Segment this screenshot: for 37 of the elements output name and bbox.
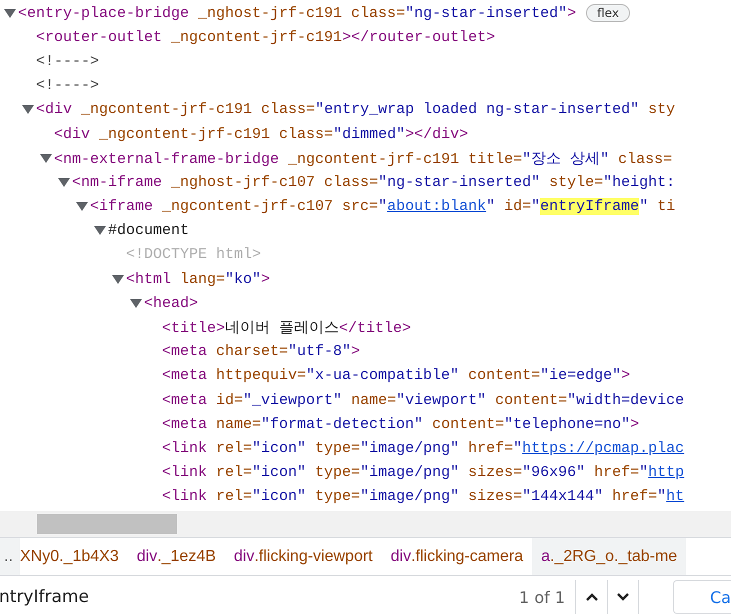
code-line[interactable]: #document xyxy=(108,222,190,240)
code-line[interactable]: <title>네이버 플레이스</title> xyxy=(162,318,412,338)
code-line[interactable]: <html lang="ko"> xyxy=(126,270,270,288)
url-link[interactable]: https://pcmap.plac xyxy=(522,440,684,457)
breadcrumb-item[interactable]: div.flicking-camera xyxy=(382,538,532,576)
code-line[interactable]: <!----> xyxy=(36,52,100,70)
code-line[interactable]: <entry-place-bridge _nghost-jrf-c191 class="ng-star-inserted"> xyxy=(18,4,576,22)
flex-badge[interactable]: flex xyxy=(586,4,630,22)
url-link[interactable]: http xyxy=(648,464,684,482)
url-link[interactable]: ht xyxy=(666,488,684,506)
breadcrumb-item[interactable]: a._2RG_o._tab-me xyxy=(532,538,686,576)
next-match-button[interactable] xyxy=(607,580,639,614)
code-line[interactable]: <div _ngcontent-jrf-c191 class="entry_wrap loaded ng-star-inserted" sty xyxy=(36,101,676,118)
code-line[interactable]: <meta charset="utf-8"> xyxy=(162,343,360,360)
scrollbar-thumb[interactable] xyxy=(37,514,177,534)
match-count: 1 of 1 xyxy=(518,586,566,609)
code-line[interactable]: <nm-external-frame-bridge _ngcontent-jrf-c191 title="장소 상세" class= xyxy=(54,148,672,168)
url-link[interactable]: about:blank xyxy=(387,198,486,216)
code-line[interactable]: <div _ngcontent-jrf-c191 class="dimmed"></div> xyxy=(54,126,468,143)
overflow-button[interactable]: .. xyxy=(0,538,20,576)
code-line[interactable]: <router-outlet _ngcontent-jrf-c191></router-outlet> xyxy=(36,28,496,46)
cancel-button[interactable]: Ca xyxy=(673,580,731,614)
caret-down-icon xyxy=(616,592,630,602)
code-line[interactable]: <iframe _ngcontent-jrf-c107 src="about:blank" id="entryIframe" ti xyxy=(90,198,676,216)
breadcrumb-item[interactable]: div.flicking-viewport xyxy=(224,538,382,576)
code-line[interactable]: <link rel="icon" type="image/png" sizes="96x96" href="http xyxy=(162,464,684,482)
code-line[interactable]: <head> xyxy=(144,294,198,312)
code-line[interactable]: <meta id="_viewport" name="viewport" content="width=device xyxy=(162,392,684,409)
code-line[interactable]: <link rel="icon" type="image/png" href="https://pcmap.plac xyxy=(162,440,684,457)
breadcrumb-item[interactable]: div._1ez4B xyxy=(128,538,225,576)
code-line[interactable]: <nm-iframe _nghost-jrf-c107 class="ng-star-inserted" style="height: xyxy=(72,174,676,191)
code-line[interactable]: <link rel="icon" type="image/png" sizes="144x144" href="ht xyxy=(162,488,684,506)
caret-up-icon xyxy=(584,592,598,602)
code-line[interactable]: <meta name="format-detection" content="telephone=no"> xyxy=(162,416,640,433)
code-line[interactable]: <meta httpequiv="x-ua-compatible" content="ie=edge"> xyxy=(162,367,630,384)
breadcrumb-item[interactable]: XNy0._1b4X3 xyxy=(20,538,128,576)
code-line[interactable]: <!----> xyxy=(36,77,100,94)
